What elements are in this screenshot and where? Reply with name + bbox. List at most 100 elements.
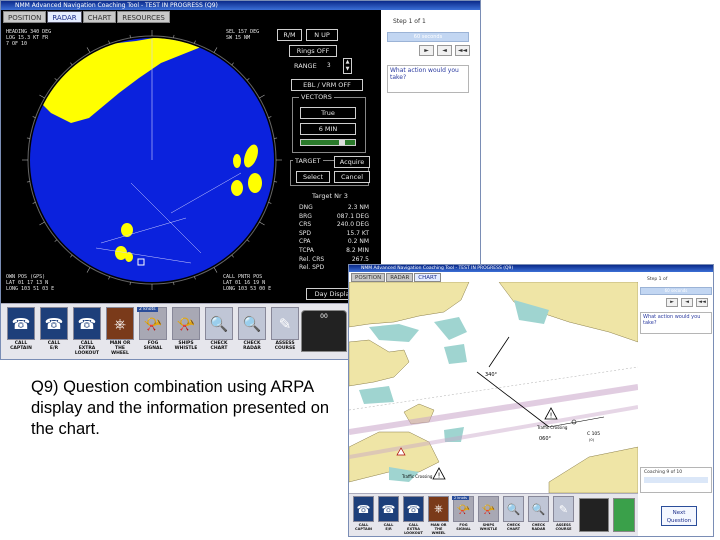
toolbar-action-button[interactable]: ☎ CALL E/R (377, 496, 400, 531)
slider-thumb[interactable] (339, 140, 345, 145)
radar-readout-ebl: SEL 157 DEG SW 15 NM (226, 29, 260, 41)
buoy-label: C 105 (587, 431, 600, 437)
toolbar-action-button[interactable]: ☎ CALL EXTRA LOOKOUT (72, 307, 102, 356)
whistle-icon: 📯 (172, 307, 200, 340)
acquire-button[interactable]: Acquire (334, 156, 370, 168)
toolbar-action-label: CHECK CHART (210, 341, 228, 351)
bearing-tick (70, 254, 73, 258)
speed-knots-label: 2 knots (452, 496, 469, 500)
chart-window: NMM Advanced Navigation Coaching Tool - … (348, 264, 714, 537)
vector-mode-button[interactable]: True (300, 107, 356, 119)
tab-position[interactable]: POSITION (3, 11, 47, 23)
rewind-button[interactable]: ◄◄ (455, 45, 470, 56)
radar-icon: 🔍 (238, 307, 266, 340)
bearing-tick (39, 221, 45, 226)
bearing-tick (213, 267, 218, 273)
toolbar-action-button[interactable]: 🔍 CHECK RADAR (527, 496, 550, 531)
toolbar-action-label: CALL CAPTAIN (10, 341, 32, 351)
radar-target-echo (233, 154, 241, 168)
relative-motion-button[interactable]: R/M (277, 29, 302, 41)
target-data-list: DNG 2.3 NM BRG 087.1 DEG CRS 240.0 DEG SPD 15.7… (299, 204, 369, 273)
bearing-tick (246, 78, 250, 81)
toolbar-action-button[interactable]: ☎ CALL CAPTAIN (6, 307, 36, 351)
tab-radar[interactable]: RADAR (47, 11, 82, 23)
svg-text:!: ! (550, 412, 553, 420)
toolbar-action-label: CALL E/R (47, 341, 61, 351)
toolbar-action-label: ASSESS COURSE (274, 341, 296, 351)
step-indicator: Step 1 of (647, 277, 668, 282)
toolbar-action-button[interactable]: 📯 SHIPS WHISTLE (171, 307, 201, 351)
action-icon: 📯 (478, 496, 499, 522)
rings-button[interactable]: Rings OFF (289, 45, 337, 57)
vector-time-slider[interactable] (300, 139, 356, 146)
toolbar-action-label: CALL EXTRA LOOKOUT (404, 523, 423, 535)
next-question-label: Next Question (666, 510, 692, 524)
tab-radar[interactable]: RADAR (386, 273, 414, 282)
action-icon: ✎ (553, 496, 574, 522)
cancel-button[interactable]: Cancel (334, 171, 370, 183)
speed-gauge[interactable] (579, 498, 609, 532)
action-icon: ☎ (353, 496, 374, 522)
action-icon: ☎ (403, 496, 424, 522)
toolbar-action-button[interactable]: 🔍 CHECK RADAR (237, 307, 267, 351)
toolbar-action-button[interactable]: 📯 FOG SIGNAL (452, 496, 475, 531)
lookout-icon: ☎ (73, 307, 101, 340)
tab-chart[interactable]: CHART (414, 273, 441, 282)
target-data-value: 15.7 KT (346, 229, 369, 237)
toolbar-action-button[interactable]: ✎ ASSESS COURSE (270, 307, 300, 351)
action-icon: ☎ (378, 496, 399, 522)
action-icon: 🔍 (528, 496, 549, 522)
toolbar-action-button[interactable]: 🔍 CHECK CHART (204, 307, 234, 351)
toolbar-action-button[interactable]: ☎ CALL E/R (39, 307, 69, 351)
next-question-button[interactable]: Next Question (661, 506, 697, 526)
bearing-tick (173, 34, 175, 38)
toolbar-action-button[interactable]: ✎ ASSESS COURSE (552, 496, 575, 531)
select-button[interactable]: Select (296, 171, 330, 183)
bearing-tick (26, 137, 30, 139)
north-up-button[interactable]: N UP (306, 29, 338, 41)
nautical-chart[interactable]: ! ! 340° Traffic Crossing 060° Traffic C… (349, 282, 638, 493)
toolbar-action-button[interactable]: ⎈ MAN OR THE WHEEL (427, 496, 450, 535)
coaching-box: Coaching 9 of 10 (640, 467, 712, 493)
bearing-tick (194, 40, 196, 44)
tab-chart[interactable]: CHART (82, 11, 117, 23)
range-stepper[interactable]: ▲ ▼ (343, 58, 352, 74)
coaching-progress (644, 477, 708, 483)
toolbar-action-button[interactable]: ☎ CALL EXTRA LOOKOUT (402, 496, 425, 535)
radar-readout-pointer-pos: CALL PNTR POS LAT 01 16 19 N LONG 103 53… (223, 274, 272, 292)
play-button[interactable]: ► (666, 298, 678, 307)
bearing-tick (246, 239, 250, 242)
toolbar-action-button[interactable]: 🔍 CHECK CHART (502, 496, 525, 531)
ebl-vrm-button[interactable]: EBL / VRM OFF (291, 79, 363, 91)
action-icon: ⎈ (428, 496, 449, 522)
tab-resources[interactable]: RESOURCES (117, 11, 170, 23)
bearing-tick (86, 267, 91, 273)
speed-knots-label: 2 knots (137, 307, 158, 312)
speed-gauge[interactable]: 00 (301, 310, 347, 352)
rewind-button[interactable]: ◄◄ (696, 298, 708, 307)
toolbar-action-button[interactable]: 📯 FOG SIGNAL (138, 307, 168, 351)
play-button[interactable]: ► (419, 45, 434, 56)
target-data-row: Rel. CRS 267.5 (299, 256, 369, 265)
toolbar-action-label: MAN OR THE WHEEL (430, 523, 447, 535)
vector-time-button[interactable]: 6 MIN (300, 123, 356, 135)
target-data-value: 240.0 DEG (336, 221, 369, 229)
vectors-label: VECTORS (299, 93, 334, 101)
bearing-tick (231, 62, 234, 66)
toolbar-action-label: FOG SIGNAL (143, 341, 163, 351)
target-data-key: CPA (299, 238, 311, 246)
toolbar-action-button[interactable]: ☎ CALL CAPTAIN (352, 496, 375, 531)
bearing-tick (194, 276, 196, 280)
bearing-tick (108, 276, 110, 280)
bearing-tick (268, 202, 272, 204)
target-data-row: CRS 240.0 DEG (299, 221, 369, 230)
toolbar-action-button[interactable]: ⎈ MAN OR THE WHEEL (105, 307, 135, 356)
tab-bar: POSITION RADAR CHART (351, 273, 441, 282)
toolbar-action-button[interactable]: 📯 SHIPS WHISTLE (477, 496, 500, 531)
toolbar-action-label: SHIPS WHISTLE (479, 523, 498, 531)
tab-position[interactable]: POSITION (351, 273, 386, 282)
tab-bar: POSITION RADAR CHART RESOURCES (3, 11, 170, 23)
back-button[interactable]: ◄ (681, 298, 693, 307)
back-button[interactable]: ◄ (437, 45, 452, 56)
bearing-tick (173, 282, 175, 286)
